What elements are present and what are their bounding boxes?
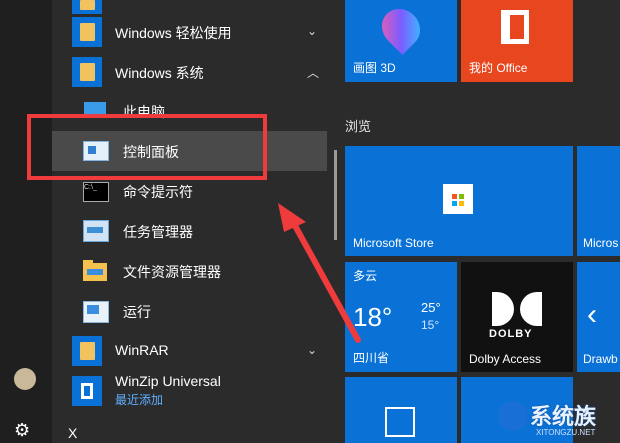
tile-label: Micros [583, 236, 619, 250]
list-item-windows-system[interactable]: Windows 系统 ︿ [52, 52, 327, 92]
list-item-label: 任务管理器 [123, 224, 193, 240]
start-app-list: Windows 轻松使用 ⌄ Windows 系统 ︿ 此电脑 控制面板 C:\… [52, 0, 334, 443]
list-item-label: Windows 轻松使用 [115, 25, 232, 41]
tile-label: Microsoft Store [353, 236, 434, 250]
store-bag-icon [443, 184, 473, 214]
chevron-up-icon: ︿ [307, 66, 320, 80]
recently-added-label: 最近添加 [115, 393, 164, 407]
watermark-text: 系统族 [530, 404, 597, 429]
run-icon [80, 295, 112, 327]
chevron-down-icon: ⌄ [307, 24, 318, 38]
folder-icon [72, 336, 102, 366]
dolby-logo-icon [492, 292, 542, 326]
task-manager-icon [80, 215, 112, 247]
folder-icon [72, 17, 102, 47]
tile-weather[interactable]: 多云 18° 25° 15° 四川省 [345, 262, 457, 372]
list-item-label: 命令提示符 [123, 184, 193, 200]
winzip-icon [72, 376, 102, 406]
chevron-down-icon: ⌄ [307, 343, 318, 357]
section-letter[interactable]: X [68, 425, 77, 441]
tile-microsoft-store[interactable]: Microsoft Store [345, 146, 573, 256]
tile-partial[interactable]: Micros [577, 146, 620, 256]
tile-label: 我的 Office [469, 61, 528, 75]
list-item-file-explorer[interactable]: 文件资源管理器 [52, 251, 327, 291]
list-item-label: 文件资源管理器 [123, 264, 221, 280]
app-icon [385, 407, 415, 437]
folder-icon [72, 57, 102, 87]
list-item-label: 运行 [123, 304, 151, 320]
tile-drawboard[interactable]: ‹ Drawb [577, 262, 620, 372]
list-item-winzip[interactable]: WinZip Universal 最近添加 [52, 371, 327, 411]
weather-condition: 多云 [353, 269, 378, 283]
list-item-windows-ease[interactable]: Windows 轻松使用 ⌄ [52, 12, 327, 52]
weather-high: 25° [421, 300, 441, 315]
file-explorer-icon [80, 255, 112, 287]
watermark-subtext: XITONGZU.NET [536, 428, 596, 437]
watermark: 系统族 XITONGZU.NET [498, 395, 620, 443]
left-rail: ⚙ [0, 0, 52, 443]
list-item-run[interactable]: 运行 [52, 291, 327, 331]
tile-group-title: 浏览 [345, 119, 372, 134]
tile-label: 画图 3D [353, 61, 396, 75]
tile-bottom-1[interactable] [345, 377, 457, 443]
highlight-annotation-box [27, 114, 267, 180]
tile-paint3d[interactable]: 画图 3D [345, 0, 457, 82]
windows-logo-icon [498, 401, 528, 431]
tile-area: 画图 3D 我的 Office 浏览 Microsoft Store Micro… [337, 0, 620, 443]
list-item-task-manager[interactable]: 任务管理器 [52, 211, 327, 251]
tile-office[interactable]: 我的 Office [461, 0, 573, 82]
tile-label: Drawb [583, 352, 618, 366]
list-item-label: WinZip Universal [115, 373, 221, 389]
tile-label: 四川省 [353, 351, 390, 365]
tile-dolby[interactable]: DOLBY Dolby Access [461, 262, 573, 372]
weather-temp: 18° [353, 302, 393, 332]
user-avatar-icon[interactable] [14, 368, 36, 390]
gear-icon[interactable]: ⚙ [14, 420, 30, 441]
tile-label: Dolby Access [469, 352, 542, 366]
list-item-winrar[interactable]: WinRAR ⌄ [52, 331, 327, 371]
drawboard-icon: ‹ [587, 298, 597, 331]
office-icon [501, 10, 529, 44]
paint3d-icon [374, 1, 428, 55]
list-item-label: WinRAR [115, 342, 169, 358]
dolby-wordmark: DOLBY [489, 328, 533, 340]
list-item-label: Windows 系统 [115, 65, 204, 81]
weather-low: 15° [421, 318, 440, 332]
